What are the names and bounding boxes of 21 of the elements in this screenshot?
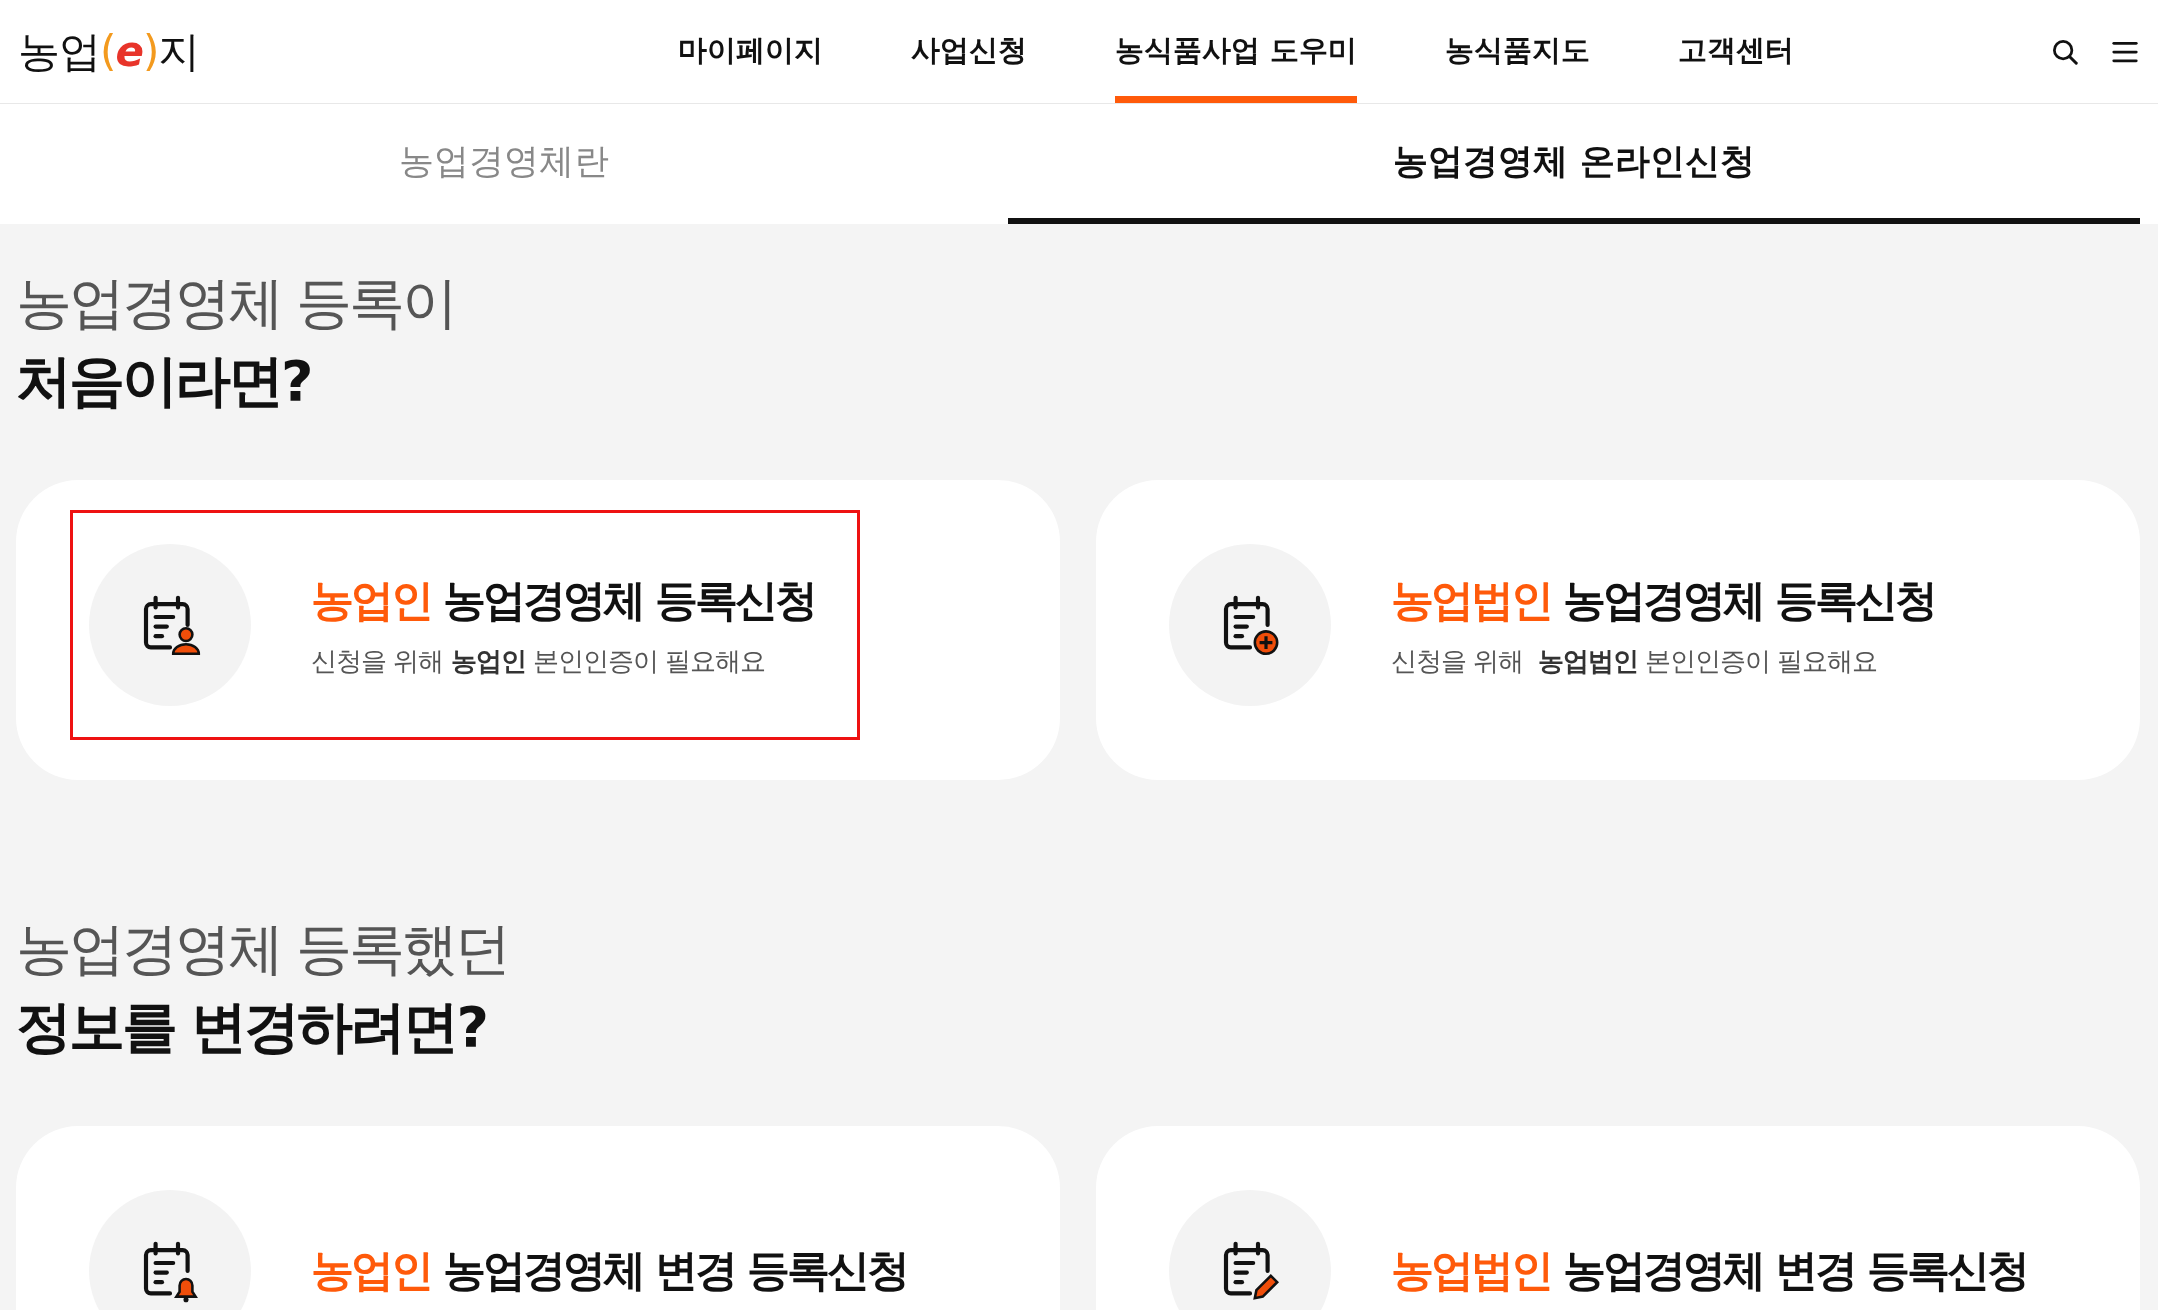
tab[interactable]: 농업경영체 온라인신청 xyxy=(1008,104,2140,224)
card-title: 농업법인 농업경영체 변경 등록신청 xyxy=(1391,1244,2027,1297)
nav-item[interactable]: 사업신청 xyxy=(911,0,1027,103)
nav-item[interactable]: 마이페이지 xyxy=(678,0,823,103)
section-heading: 처음이라면? xyxy=(16,347,312,415)
card-title: 농업인 농업경영체 등록신청 xyxy=(311,573,815,627)
section-heading: 농업경영체 등록했던 xyxy=(16,915,509,983)
card-title: 농업인 농업경영체 변경 등록신청 xyxy=(311,1244,907,1297)
application-card[interactable]: 농업법인 농업경영체 변경 등록신청 xyxy=(1096,1126,2140,1310)
card-description: 신청을 위해 농업인 본인인증이 필요해요 xyxy=(311,644,767,678)
nav-item[interactable]: 농식품지도 xyxy=(1445,0,1591,103)
section-heading: 정보를 변경하려면? xyxy=(16,993,487,1061)
nav-item[interactable]: 고객센터 xyxy=(1678,0,1795,103)
application-card[interactable]: 농업인 농업경영체 변경 등록신청 xyxy=(16,1126,1060,1310)
tab[interactable]: 농업경영체란 xyxy=(0,104,1008,224)
application-card[interactable]: 농업인 농업경영체 등록신청 신청을 위해 농업인 본인인증이 필요해요 xyxy=(16,480,1060,780)
logo[interactable]: 농업(e)지 xyxy=(18,23,678,80)
section-heading: 농업경영체 등록이 xyxy=(16,269,456,337)
application-card[interactable]: 농업법인 농업경영체 등록신청 신청을 위해 농업법인 본인인증이 필요해요 xyxy=(1096,480,2140,780)
card-description: 신청을 위해 농업법인 본인인증이 필요해요 xyxy=(1391,644,1879,678)
card-title: 농업법인 농업경영체 등록신청 xyxy=(1391,573,1935,627)
